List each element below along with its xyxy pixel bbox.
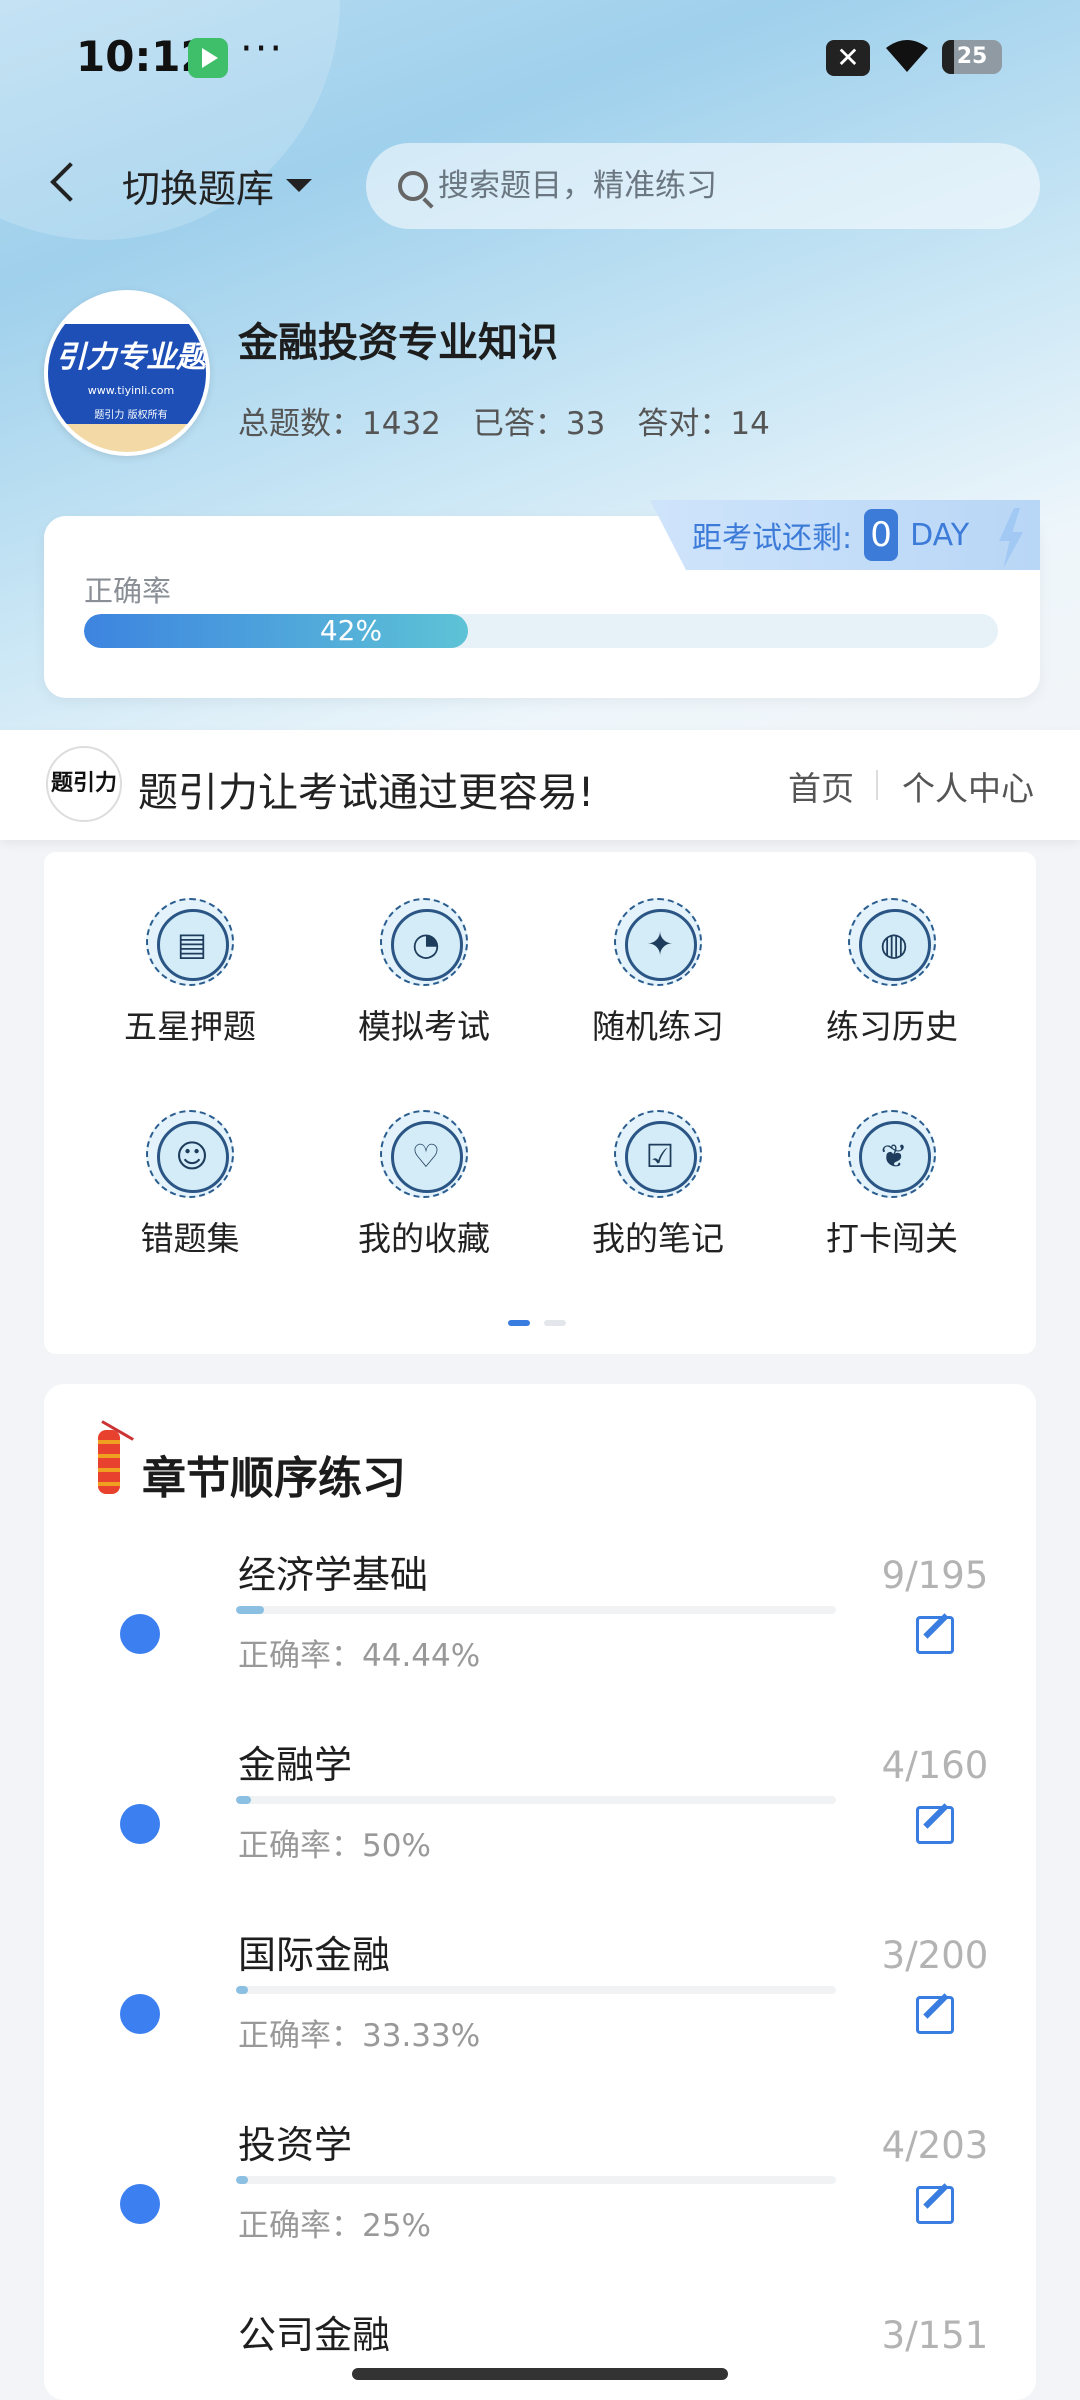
divider	[876, 770, 878, 800]
accuracy-progress-fill: 42%	[84, 614, 468, 648]
leaf-icon: ❦	[848, 1110, 936, 1198]
total-questions: 总题数：1432	[238, 406, 441, 442]
function-label: 我的笔记	[592, 1219, 724, 1258]
function-label: 打卡闯关	[826, 1219, 958, 1258]
head-icon: ☺	[146, 1110, 234, 1198]
heart-icon: ♡	[380, 1110, 468, 1198]
back-button[interactable]	[44, 158, 84, 210]
chapter-accuracy: 正确率：33.33%	[238, 2018, 481, 2054]
shuffle-icon: ✦	[614, 898, 702, 986]
chapter-count: 4/203	[881, 2124, 989, 2167]
status-bar: 10:12 ··· ✕ 25	[0, 0, 1080, 116]
chapter-count: 9/195	[881, 1554, 989, 1597]
search-icon	[398, 171, 428, 201]
function-label: 五星押题	[124, 1007, 256, 1046]
function-label: 随机练习	[592, 1007, 724, 1046]
switch-bank-dropdown[interactable]: 切换题库	[122, 158, 313, 213]
function-five-star[interactable]: ▤ 五星押题	[90, 898, 290, 1048]
function-mock-exam[interactable]: ◔ 模拟考试	[324, 898, 524, 1048]
edit-icon[interactable]	[916, 1806, 954, 1844]
function-history[interactable]: ◍ 练习历史	[792, 898, 992, 1048]
chapter-bullet	[120, 1994, 160, 2034]
bank-logo: 引力专业题 www.tiyinli.com 题引力 版权所有	[44, 290, 210, 456]
home-indicator[interactable]	[352, 2368, 728, 2380]
more-notifications-icon: ···	[240, 26, 285, 72]
chapter-row[interactable]: 公司金融 3/151	[0, 2304, 1080, 2354]
countdown-days: 0	[864, 509, 899, 561]
switch-bank-label: 切换题库	[122, 167, 275, 211]
chapter-name: 公司金融	[238, 2313, 391, 2354]
answered-count: 已答：33	[472, 406, 606, 442]
battery-icon: 25	[942, 40, 1002, 74]
bank-logo-sub: 题引力 版权所有	[94, 410, 168, 421]
chapter-progress-track	[236, 1986, 836, 1994]
bank-title: 金融投资专业知识	[238, 320, 558, 366]
slogan-bar: 题引力 题引力让考试通过更容易! 首页 个人中心	[0, 730, 1080, 840]
chapter-count: 3/151	[881, 2314, 989, 2354]
search-input[interactable]	[438, 168, 998, 204]
chapter-accuracy: 正确率：44.44%	[238, 1638, 481, 1674]
user-center-link[interactable]: 个人中心	[902, 762, 1034, 810]
function-label: 模拟考试	[358, 1007, 490, 1046]
chapter-bullet	[120, 2184, 160, 2224]
chapter-row[interactable]: 经济学基础 正确率：44.44% 9/195	[0, 1544, 1080, 1734]
chapter-bullet	[120, 1614, 160, 1654]
function-label: 练习历史	[826, 1007, 958, 1046]
accuracy-percent: 42%	[319, 614, 383, 647]
edit-icon[interactable]	[916, 1616, 954, 1654]
edit-icon[interactable]	[916, 1996, 954, 2034]
chapter-progress-track	[236, 2176, 836, 2184]
function-label: 错题集	[140, 1219, 240, 1258]
search-bar[interactable]	[366, 143, 1040, 229]
chapter-row[interactable]: 国际金融 正确率：33.33% 3/200	[0, 1924, 1080, 2114]
id-card-icon: ▤	[146, 898, 234, 986]
chapter-name: 投资学	[238, 2123, 353, 2167]
no-sim-icon: ✕	[826, 40, 870, 76]
chapter-row[interactable]: 投资学 正确率：25% 4/203	[0, 2114, 1080, 2304]
page-indicator	[508, 1320, 566, 1326]
bank-logo-url: www.tiyinli.com	[87, 384, 175, 397]
function-favorites[interactable]: ♡ 我的收藏	[324, 1110, 524, 1260]
exam-countdown: 距考试还剩: 0 DAY	[650, 500, 1040, 570]
wifi-icon	[886, 40, 928, 72]
chapter-accuracy: 正确率：25%	[238, 2208, 431, 2244]
firecracker-icon	[92, 1420, 126, 1502]
chapter-progress-track	[236, 1606, 836, 1614]
note-check-icon: ☑	[614, 1110, 702, 1198]
function-grid: ▤ 五星押题 ◔ 模拟考试 ✦ 随机练习 ◍ 练习历史 ☺ 错题集 ♡ 我的收藏…	[44, 852, 1036, 1354]
home-link[interactable]: 首页	[788, 762, 854, 810]
accuracy-progress-track: 42%	[84, 614, 998, 648]
function-checkin[interactable]: ❦ 打卡闯关	[792, 1110, 992, 1260]
chapter-count: 3/200	[881, 1934, 989, 1977]
caret-down-icon	[286, 179, 313, 192]
chapter-name: 金融学	[238, 1743, 353, 1787]
chapter-accuracy: 正确率：50%	[238, 1828, 431, 1864]
function-random-practice[interactable]: ✦ 随机练习	[558, 898, 758, 1048]
function-label: 我的收藏	[358, 1219, 490, 1258]
edit-icon[interactable]	[916, 2186, 954, 2224]
video-app-icon	[188, 38, 228, 78]
chapter-bullet	[120, 1804, 160, 1844]
countdown-label: 距考试还剩:	[692, 521, 853, 556]
accuracy-label: 正确率	[84, 574, 172, 608]
tiyinli-logo: 题引力	[46, 746, 122, 822]
slogan-text: 题引力让考试通过更容易!	[138, 770, 595, 816]
correct-count: 答对：14	[637, 406, 770, 442]
chapter-progress-track	[236, 1796, 836, 1804]
function-wrong-questions[interactable]: ☺ 错题集	[90, 1110, 290, 1260]
chapter-count: 4/160	[881, 1744, 989, 1787]
gauge-icon: ◔	[380, 898, 468, 986]
chapter-name: 经济学基础	[238, 1553, 429, 1597]
function-notes[interactable]: ☑ 我的笔记	[558, 1110, 758, 1260]
bank-logo-text: 引力专业题	[56, 340, 206, 375]
chapter-practice-title: 章节顺序练习	[142, 1453, 406, 1504]
chapter-name: 国际金融	[238, 1933, 391, 1977]
countdown-unit: DAY	[910, 517, 970, 553]
bank-stats: 总题数：1432 已答：33 答对：14	[238, 398, 770, 443]
chapter-row[interactable]: 金融学 正确率：50% 4/160	[0, 1734, 1080, 1924]
globe-icon: ◍	[848, 898, 936, 986]
